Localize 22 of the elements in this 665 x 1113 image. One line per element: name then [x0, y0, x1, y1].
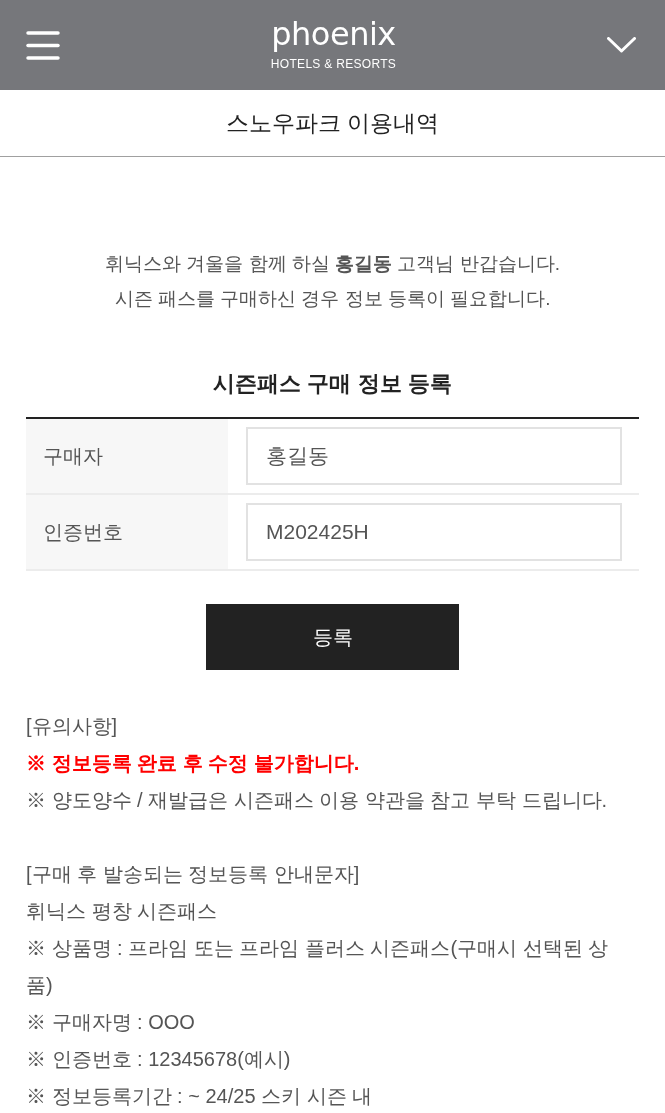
greeting-text: 시즌 패스를 구매하신 경우 정보 등록이 필요합니다. [114, 287, 551, 311]
greeting-text: 휘닉스와 겨울을 함께 하실 홍길동 고객님 반갑습니다. [105, 252, 560, 276]
note-text: ※ 양도양수 / 재발급은 시즌패스 이용 약관을 참고 부탁 드립니다. [26, 788, 609, 813]
field-label: 구매자 [26, 419, 228, 493]
note-text: 휘닉스 평창 시즌패스 [26, 899, 219, 924]
text-input[interactable]: 홍길동 [246, 427, 622, 485]
register-button[interactable]: 등록 [206, 604, 459, 670]
text-input[interactable]: M202425H [246, 503, 622, 561]
field-label: 인증번호 [26, 495, 228, 569]
note-text: ※ 구매자명 : OOO [26, 1010, 196, 1035]
note-heading: [구매 후 발송되는 정보등록 안내문자] [26, 862, 361, 887]
menu-icon[interactable] [26, 30, 60, 60]
page-title: 스노우파크 이용내역 [225, 108, 440, 138]
warning-text: ※ 정보등록 완료 후 수정 불가합니다. [26, 751, 361, 776]
chevron-down-icon[interactable] [607, 37, 636, 53]
note-heading: [유의사항] [26, 714, 119, 739]
note-text: ※ 인증번호 : 12345678(예시) [26, 1047, 292, 1072]
logo-tagline: HOTELS & RESORTS [270, 57, 397, 71]
note-text: ※ 정보등록기간 : ~ 24/25 스키 시즌 내 [26, 1084, 374, 1109]
section-title: 시즌패스 구매 정보 등록 [213, 370, 452, 398]
note-text: ※ 상품명 : 프라임 또는 프라임 플러스 시즌패스(구매시 선택된 상품) [26, 936, 610, 998]
logo-wordmark[interactable]: phoenix [271, 17, 396, 51]
